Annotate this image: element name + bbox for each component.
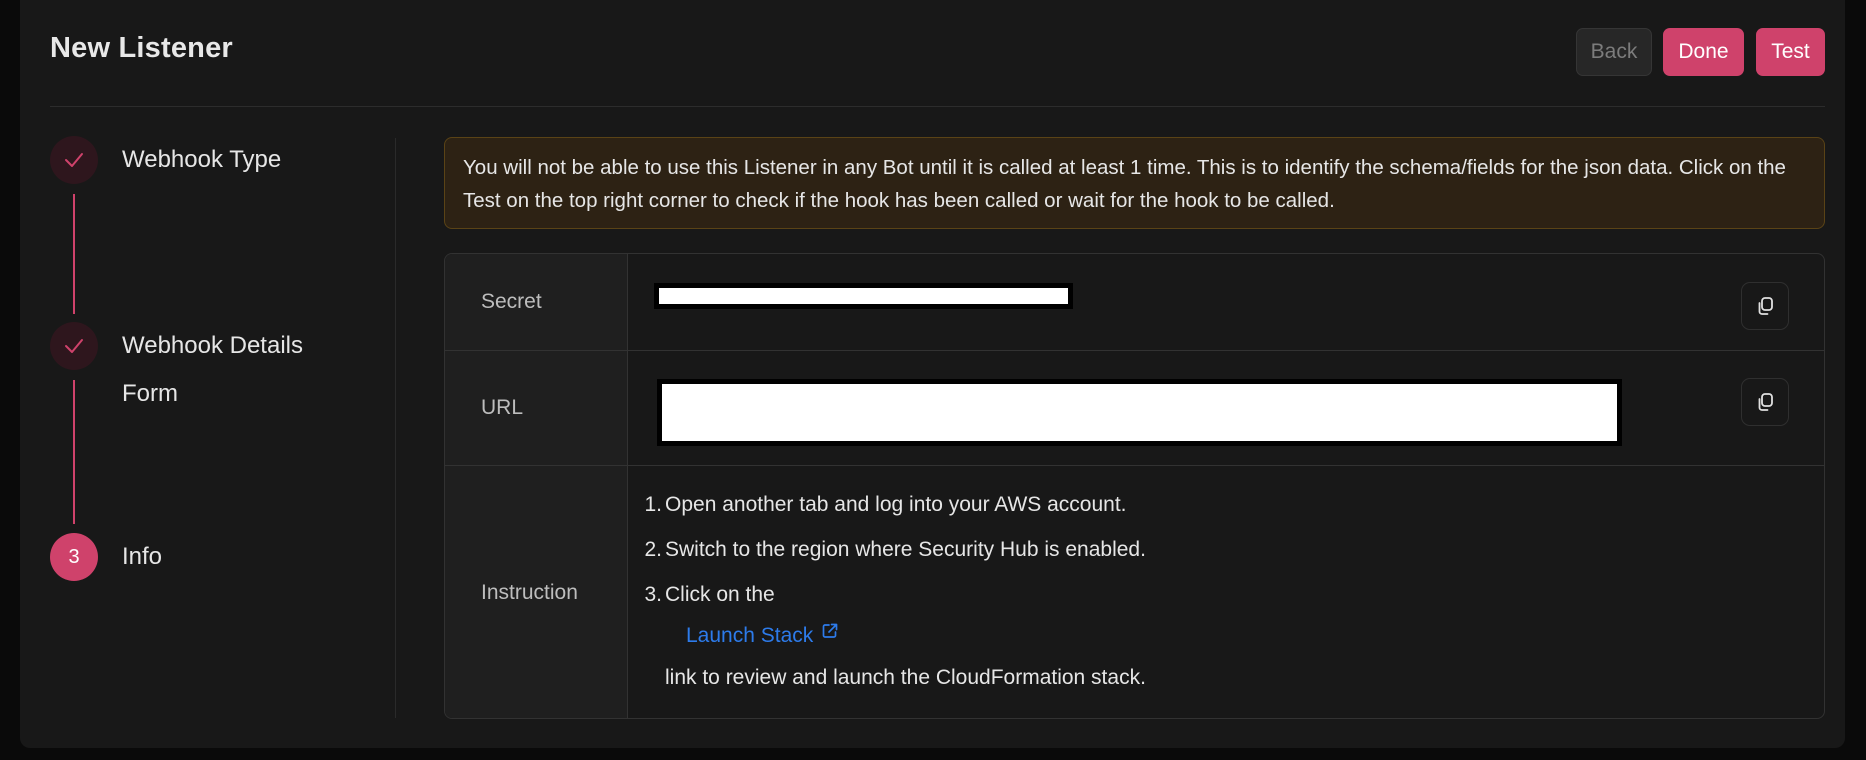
step-3-label[interactable]: Info (122, 533, 162, 581)
launch-stack-link[interactable]: Launch Stack (686, 624, 813, 647)
url-value-redacted (657, 379, 1622, 446)
copy-url-button[interactable] (1741, 378, 1789, 426)
table-row-secret: Secret (445, 254, 1824, 351)
copy-icon (1758, 393, 1773, 411)
table-row-instruction: Instruction 1. Open another tab and log i… (445, 466, 1824, 718)
step-3-indicator: 3 (50, 533, 98, 581)
step-2-label-line2: Form (122, 380, 178, 407)
test-button[interactable]: Test (1756, 28, 1825, 76)
instruction-step-1: 1. Open another tab and log into your AWS… (644, 493, 1127, 516)
table-row-url: URL (445, 351, 1824, 466)
listener-details-table: Secret URL Instruction 1. Open another t… (444, 253, 1825, 719)
instruction-step-3: 3. Click on the (644, 583, 775, 606)
instruction-value-cell: 1. Open another tab and log into your AWS… (628, 466, 1824, 718)
step-connector (73, 194, 75, 314)
check-icon (65, 339, 83, 353)
page-title: New Listener (50, 32, 233, 64)
done-button[interactable]: Done (1663, 28, 1744, 76)
secret-value-redacted (654, 283, 1073, 309)
instruction-step-2: 2. Switch to the region where Security Hu… (644, 538, 1146, 561)
external-link-icon[interactable] (821, 615, 839, 653)
step-2-label[interactable]: Webhook Details Form (122, 322, 303, 418)
check-icon (65, 153, 83, 167)
url-label: URL (445, 351, 628, 465)
secret-label: Secret (445, 254, 628, 350)
instruction-step-3-continued: link to review and launch the CloudForma… (665, 666, 1146, 689)
step-1-indicator (50, 136, 98, 184)
warning-alert: You will not be able to use this Listene… (444, 137, 1825, 229)
back-button[interactable]: Back (1576, 28, 1652, 76)
instruction-label: Instruction (445, 466, 628, 718)
step-1-label[interactable]: Webhook Type (122, 136, 281, 184)
copy-icon (1758, 297, 1773, 315)
url-value-cell (628, 351, 1824, 465)
copy-secret-button[interactable] (1741, 282, 1789, 330)
stepper-separator (395, 138, 396, 718)
header-divider (50, 106, 1825, 107)
instruction-list: 1. Open another tab and log into your AWS… (636, 482, 1146, 700)
step-2-indicator (50, 322, 98, 370)
secret-value-cell (628, 254, 1824, 350)
step-connector (73, 380, 75, 524)
step-2-label-line1: Webhook Details (122, 332, 303, 359)
launch-stack-row: Launch Stack (636, 617, 1146, 655)
